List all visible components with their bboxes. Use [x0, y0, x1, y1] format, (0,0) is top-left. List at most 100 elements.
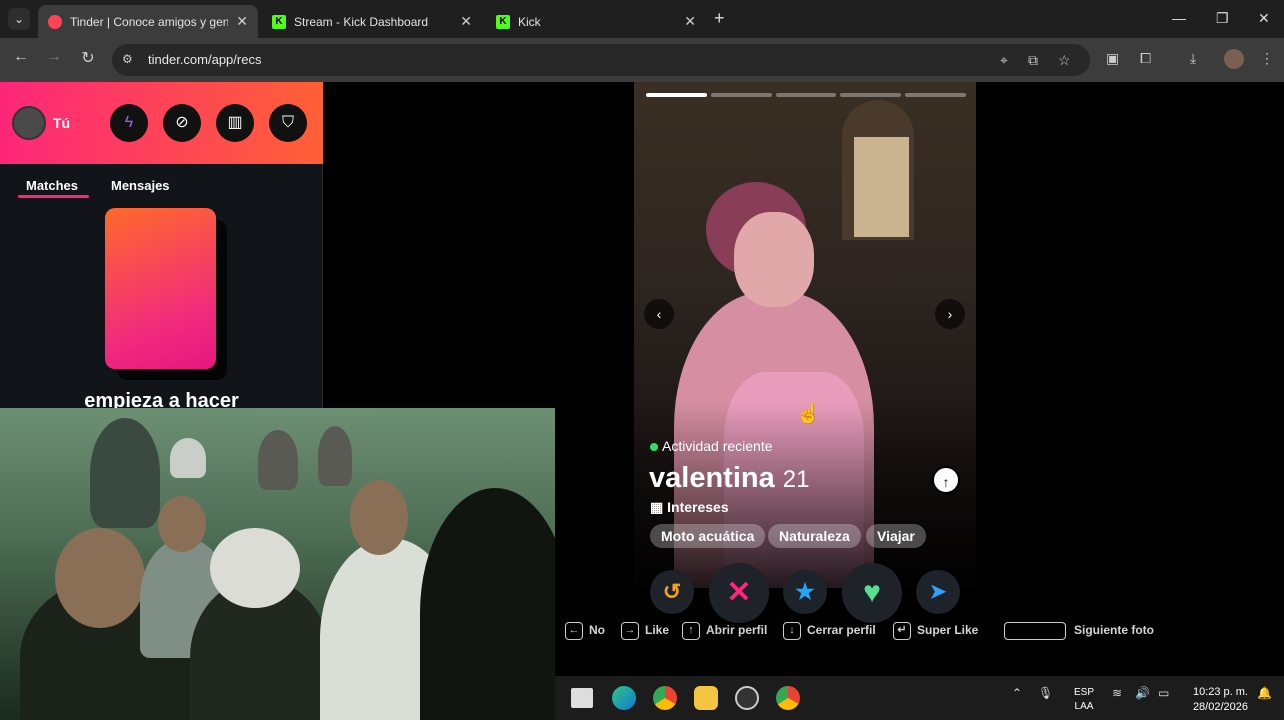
chevron-up-icon[interactable]: ⌃ — [1012, 686, 1022, 700]
photo-progress-segment — [710, 93, 772, 97]
kebab-menu-icon[interactable]: ⋮ — [1260, 50, 1274, 67]
activity-text: Actividad reciente — [662, 438, 773, 454]
tinder-sidebar: Tú ϟ ⊘ ▥ ⛉ Matches Mensajes empieza a ha… — [0, 82, 323, 412]
photo-progress-segment — [905, 93, 966, 97]
extensions-puzzle-icon[interactable]: ⧠ — [1140, 50, 1151, 67]
user-name[interactable]: Tú — [53, 115, 70, 131]
microphone-icon[interactable]: 🎙 — [1038, 686, 1053, 700]
system-clock[interactable]: 10:23 p. m. 28/02/2026 — [1185, 685, 1248, 715]
grid-icon: ▦ — [650, 499, 664, 515]
extension-icon[interactable]: ▣ — [1106, 50, 1119, 67]
volume-icon[interactable]: 🔊 — [1135, 686, 1150, 700]
profile-name-row: valentina 21 — [649, 462, 809, 495]
shortcut-label: Like — [645, 623, 670, 638]
user-avatar[interactable] — [12, 106, 46, 140]
close-window-icon[interactable]: ✕ — [1258, 10, 1270, 27]
language-indicator[interactable]: ESP LAA — [1074, 686, 1094, 714]
wifi-icon[interactable]: ≋ — [1112, 686, 1122, 700]
install-app-icon[interactable]: ⧉ — [1028, 52, 1038, 69]
reload-icon[interactable]: ↻ — [77, 48, 99, 68]
online-dot-icon — [650, 443, 658, 451]
hanging-cap — [90, 418, 160, 528]
language-code: ESP — [1074, 687, 1095, 698]
restore-icon[interactable]: ❐ — [1216, 10, 1229, 27]
person-head — [158, 496, 206, 552]
bookmark-star-icon[interactable]: ☆ — [1058, 52, 1071, 69]
hanging-cap — [318, 426, 352, 486]
shortcut-super-like: ↵ Super Like — [893, 622, 978, 642]
suitcase-icon[interactable]: ▥ — [216, 104, 254, 142]
previous-photo-arrow-icon[interactable]: ‹ — [644, 299, 674, 329]
match-card-placeholder — [105, 208, 216, 369]
tab-mensajes[interactable]: Mensajes — [111, 178, 170, 193]
shortcut-label: Super Like — [917, 623, 979, 638]
shortcut-label: Siguiente foto — [1074, 623, 1154, 638]
tab-title: Kick — [518, 14, 541, 29]
tab-search-button[interactable]: ⌄ — [8, 8, 30, 30]
super-like-star-icon[interactable]: ★ — [783, 570, 827, 614]
boost-bolt-icon[interactable]: ϟ — [110, 104, 148, 142]
photo-progress-segment — [775, 93, 837, 97]
like-heart-icon[interactable]: ♥ — [842, 563, 902, 623]
mouse-pointer-icon: ☝ — [796, 403, 821, 425]
explore-compass-icon[interactable]: ⊘ — [163, 104, 201, 142]
interest-chip: Moto acuática — [650, 524, 766, 548]
nope-button[interactable]: ✕ — [709, 563, 769, 623]
tab-title: Tinder | Conoce amigos y gente — [70, 14, 229, 29]
shortcut-next-photo: Siguiente foto — [1004, 622, 1154, 642]
interests-label: Intereses — [667, 499, 729, 515]
sidebar-header: Tú ϟ ⊘ ▥ ⛉ — [0, 82, 323, 164]
edge-icon[interactable] — [612, 686, 636, 710]
tab-kick[interactable]: K Kick ✕ — [486, 5, 706, 38]
left-key-icon: ← — [565, 622, 583, 640]
battery-icon[interactable]: ▭ — [1158, 686, 1169, 700]
profile-card[interactable]: ‹ › Actividad reciente valentina 21 ↑ ▦ … — [634, 82, 976, 588]
spacebar-key-icon — [1004, 622, 1066, 640]
clock-date: 28/02/2026 — [1192, 701, 1248, 713]
active-tab-underline — [18, 195, 89, 198]
photo-light — [854, 137, 909, 237]
close-tab-icon[interactable]: ✕ — [236, 13, 248, 30]
hanging-cap — [258, 430, 298, 490]
back-arrow-icon[interactable]: ← — [10, 48, 32, 66]
person-head — [350, 480, 408, 555]
chrome-profile-icon[interactable] — [776, 686, 800, 710]
chrome-icon[interactable] — [653, 686, 677, 710]
enter-key-icon: ↵ — [893, 622, 911, 640]
kick-icon: K — [272, 14, 286, 29]
shortcut-label: No — [589, 623, 605, 638]
minimize-icon[interactable]: — — [1172, 10, 1186, 26]
rewind-button[interactable]: ↺ — [650, 570, 694, 614]
site-settings-icon[interactable]: ⚙ — [122, 52, 133, 66]
photo-gradient — [634, 402, 976, 588]
forward-arrow-icon[interactable]: → — [43, 48, 65, 66]
boost-send-icon[interactable]: ➤ — [916, 570, 960, 614]
right-key-icon: → — [621, 622, 639, 640]
file-explorer-icon[interactable] — [694, 686, 718, 710]
tab-title: Stream - Kick Dashboard — [294, 14, 429, 29]
shortcut-no: ← No — [565, 622, 605, 642]
activity-status: Actividad reciente — [650, 438, 773, 454]
new-tab-button[interactable]: + — [714, 8, 725, 29]
address-bar[interactable]: ⚙ tinder.com/app/recs ⌖ ⧉ ☆ — [112, 44, 1090, 76]
location-pin-icon[interactable]: ⌖ — [1000, 52, 1008, 69]
task-view-icon[interactable] — [571, 688, 593, 708]
browser-toolbar: ← → ↻ ⚙ tinder.com/app/recs ⌖ ⧉ ☆ ▣ ⧠ ⤓ … — [0, 38, 1284, 82]
person-cap — [210, 528, 300, 608]
open-profile-arrow-icon[interactable]: ↑ — [932, 466, 960, 494]
next-photo-arrow-icon[interactable]: › — [935, 299, 965, 329]
person-head — [55, 528, 145, 628]
interest-chip: Viajar — [866, 524, 926, 548]
browser-profile-avatar[interactable] — [1224, 49, 1244, 69]
notification-bell-icon[interactable]: 🔔 — [1257, 686, 1272, 700]
close-tab-icon[interactable]: ✕ — [460, 13, 472, 30]
tab-matches[interactable]: Matches — [26, 178, 78, 193]
close-tab-icon[interactable]: ✕ — [684, 13, 696, 30]
tab-tinder[interactable]: Tinder | Conoce amigos y gente ✕ — [38, 5, 258, 38]
profile-age: 21 — [782, 466, 810, 493]
photo-progress-segment — [646, 93, 707, 97]
shield-icon[interactable]: ⛉ — [269, 104, 307, 142]
tab-kick-dashboard[interactable]: K Stream - Kick Dashboard ✕ — [262, 5, 482, 38]
obs-icon[interactable] — [735, 686, 759, 710]
download-icon[interactable]: ⤓ — [1190, 50, 1196, 67]
